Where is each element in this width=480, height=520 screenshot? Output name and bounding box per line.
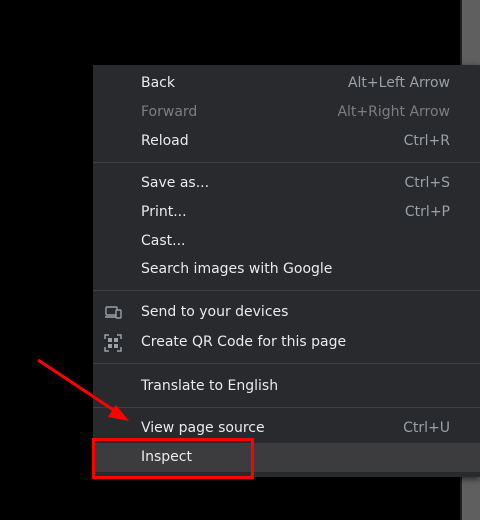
menu-item-cast[interactable]: Cast... xyxy=(93,227,480,256)
menu-item-back[interactable]: Back Alt+Left Arrow xyxy=(93,69,480,98)
menu-item-qr-code[interactable]: Create QR Code for this page xyxy=(93,328,480,357)
menu-item-forward: Forward Alt+Right Arrow xyxy=(93,98,480,127)
menu-item-shortcut: Ctrl+S xyxy=(404,175,450,191)
menu-item-label: Translate to English xyxy=(141,378,279,394)
menu-item-save-as[interactable]: Save as... Ctrl+S xyxy=(93,169,480,198)
menu-item-shortcut: Alt+Right Arrow xyxy=(337,104,450,120)
menu-separator xyxy=(93,162,480,163)
menu-item-shortcut: Ctrl+P xyxy=(404,204,450,220)
menu-item-label: Print... xyxy=(141,204,187,220)
menu-item-label: Reload xyxy=(141,133,189,149)
menu-item-label: Search images with Google xyxy=(141,261,333,277)
menu-separator xyxy=(93,363,480,364)
menu-separator xyxy=(93,407,480,408)
menu-item-label: Cast... xyxy=(141,233,186,249)
screenshot-page: Back Alt+Left Arrow Forward Alt+Right Ar… xyxy=(0,0,480,520)
menu-item-label: Back xyxy=(141,75,175,91)
menu-item-shortcut: Ctrl+R xyxy=(403,133,450,149)
menu-item-shortcut: Alt+Left Arrow xyxy=(347,75,450,91)
menu-item-send-to-devices[interactable]: Send to your devices xyxy=(93,298,480,327)
devices-icon xyxy=(104,304,122,322)
menu-item-label: Save as... xyxy=(141,175,210,191)
menu-item-shortcut: Ctrl+U xyxy=(403,420,450,436)
qr-code-icon xyxy=(104,334,122,352)
menu-item-reload[interactable]: Reload Ctrl+R xyxy=(93,127,480,156)
annotation-highlight-box xyxy=(92,438,254,479)
menu-item-label: Forward xyxy=(141,104,198,120)
menu-item-label: Create QR Code for this page xyxy=(141,334,347,350)
menu-separator xyxy=(93,290,480,291)
menu-item-label: Send to your devices xyxy=(141,304,289,320)
menu-item-search-images[interactable]: Search images with Google xyxy=(93,255,480,284)
context-menu: Back Alt+Left Arrow Forward Alt+Right Ar… xyxy=(93,65,480,477)
menu-item-translate[interactable]: Translate to English xyxy=(93,372,480,401)
menu-item-print[interactable]: Print... Ctrl+P xyxy=(93,198,480,227)
